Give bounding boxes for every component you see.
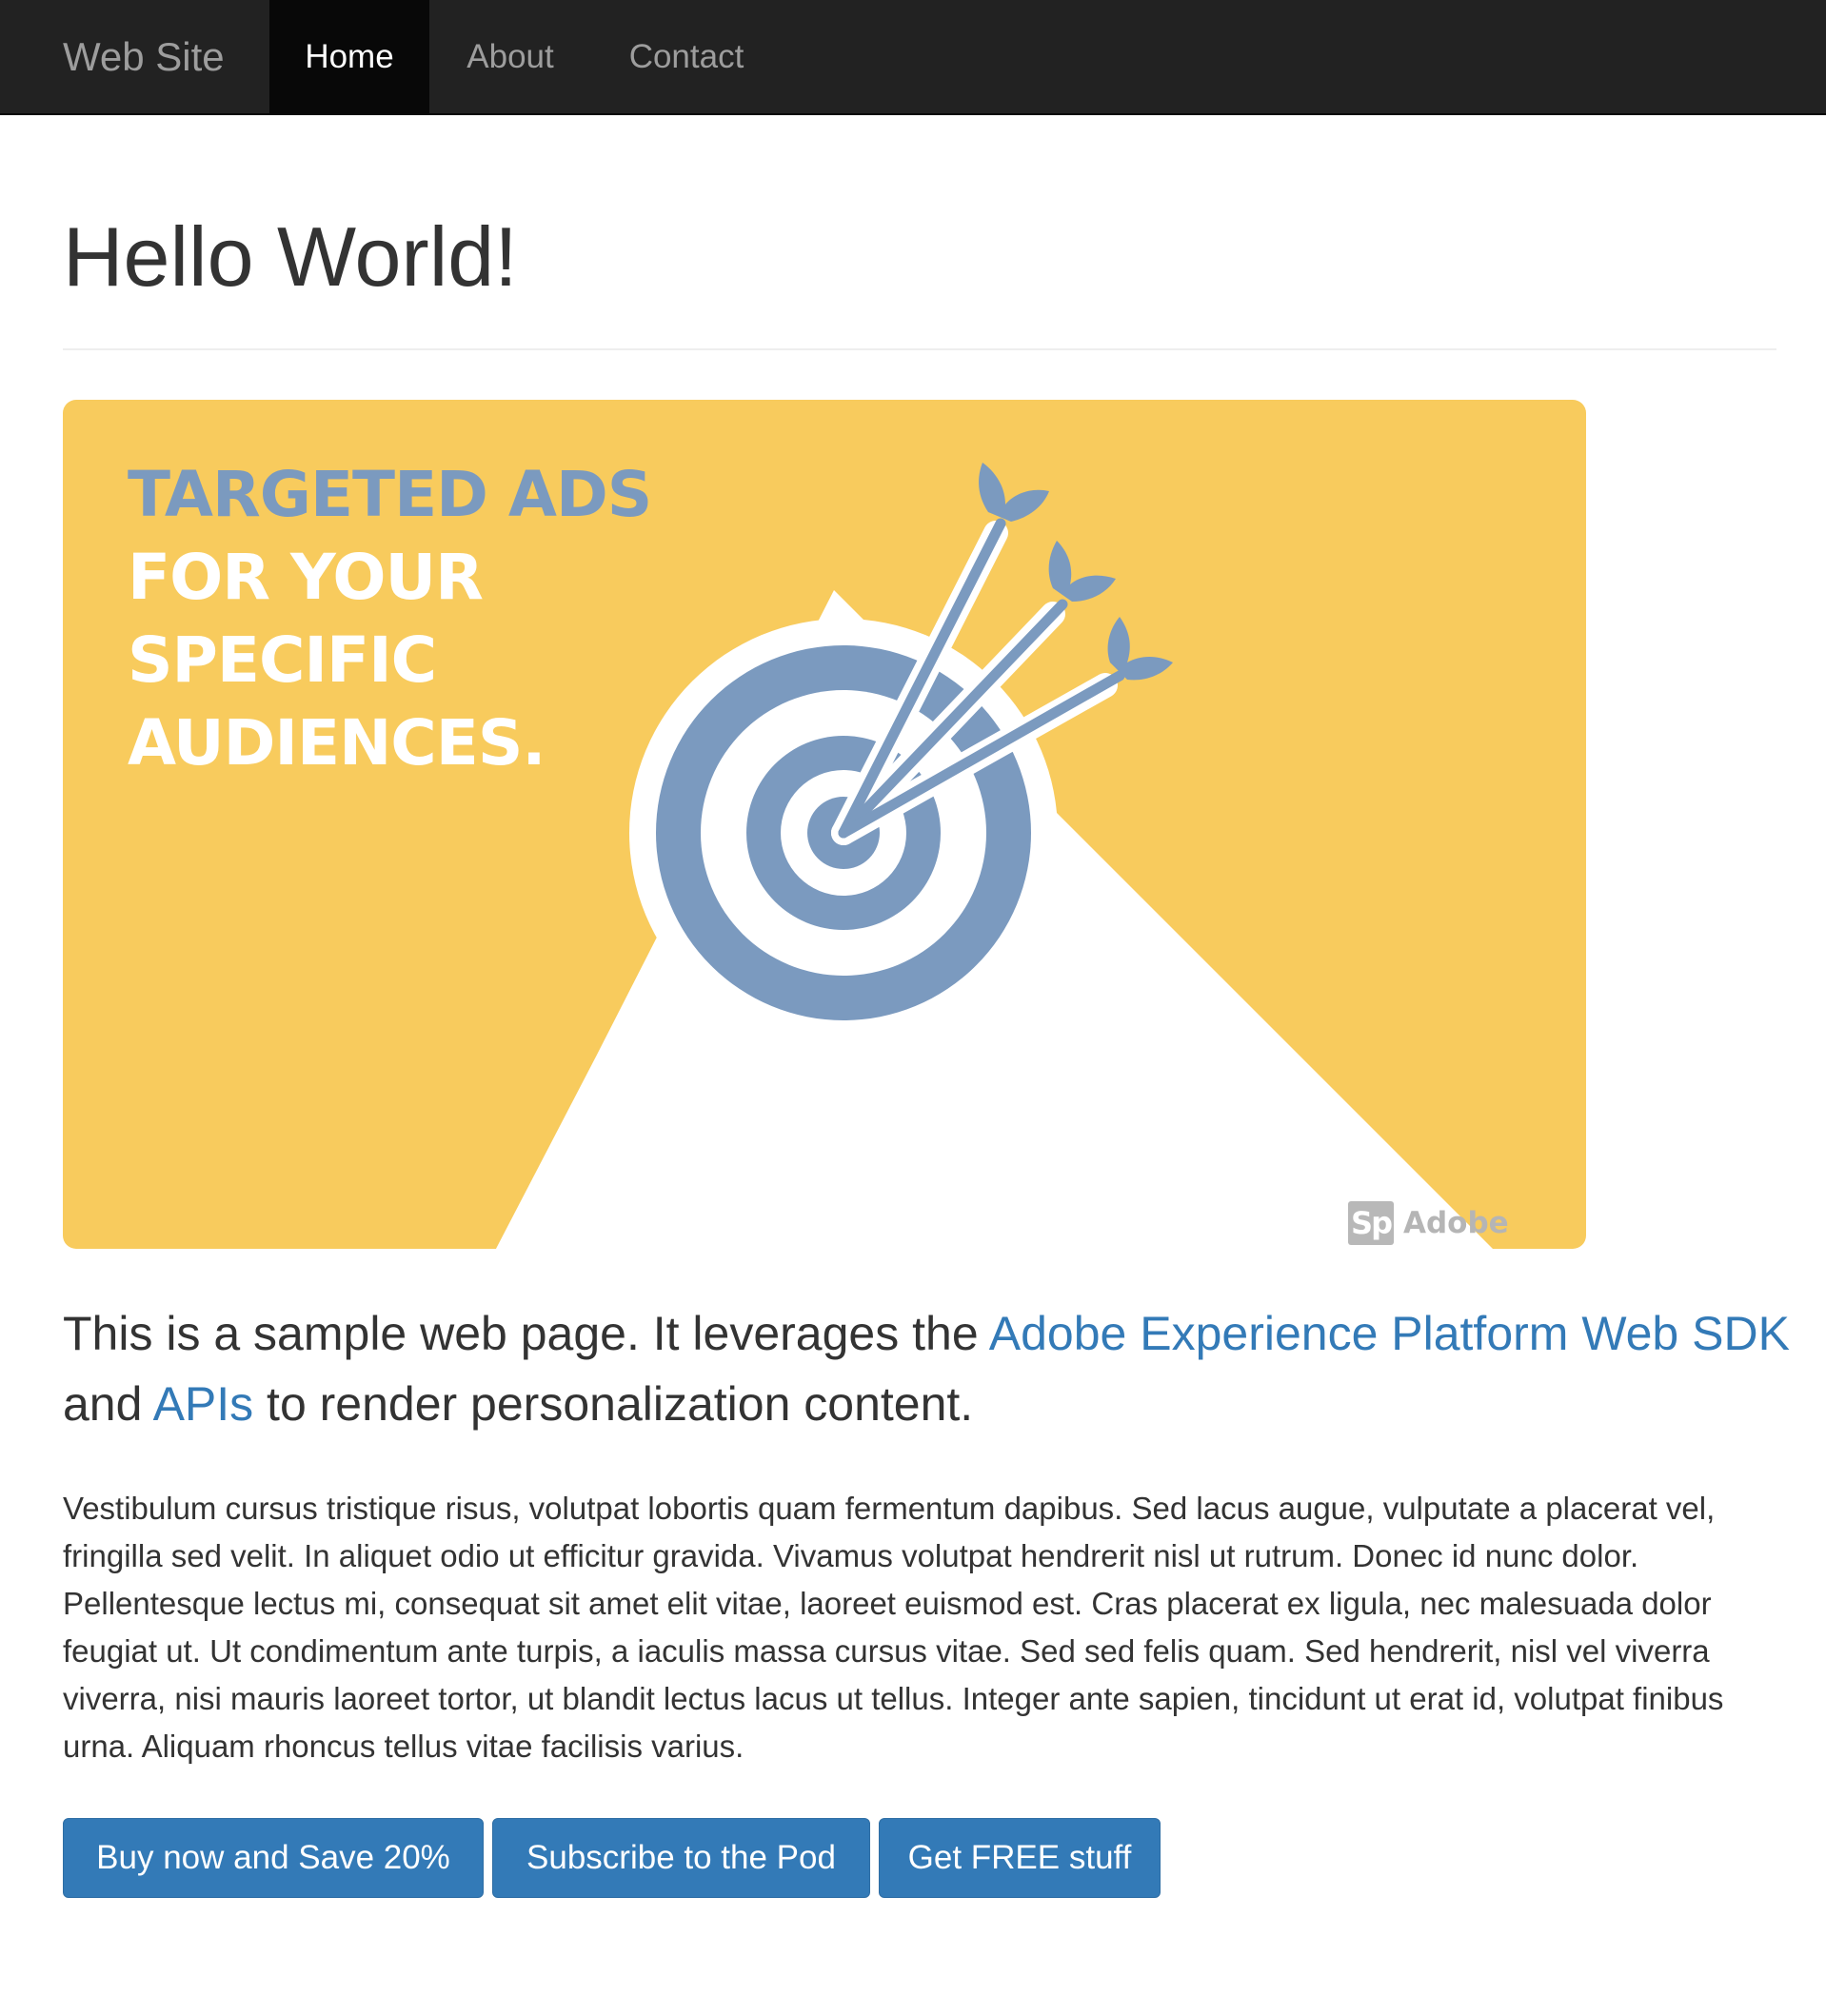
free-stuff-button[interactable]: Get FREE stuff [879,1818,1161,1898]
nav-home[interactable]: Home [269,0,429,113]
apis-link[interactable]: APIs [153,1377,254,1431]
subscribe-pod-button[interactable]: Subscribe to the Pod [492,1818,870,1898]
aep-web-sdk-link[interactable]: Adobe Experience Platform Web SDK [989,1307,1790,1360]
banner-headline-line: AUDIENCES. [128,706,546,780]
lead-paragraph: This is a sample web page. It leverages … [63,1298,1796,1439]
lead-text: This is a sample web page. It leverages … [63,1307,989,1360]
nav-about[interactable]: About [429,0,591,113]
banner-headline-line: FOR YOUR [128,541,484,614]
banner-headline-line: TARGETED ADS [128,458,652,531]
body-paragraph: Vestibulum cursus tristique risus, volut… [63,1491,1724,1764]
brand-link[interactable]: Web Site [63,0,225,115]
adobe-spark-watermark: Adobe Spark [1403,1206,1509,1240]
banner-headline: TARGETED ADS FOR YOUR SPECIFIC AUDIENCES… [128,453,652,784]
lead-text: and [63,1377,153,1431]
banner-headline-line: SPECIFIC [128,623,437,697]
targeted-ads-banner: TARGETED ADS FOR YOUR SPECIFIC AUDIENCES… [63,400,1586,1249]
buy-now-button[interactable]: Buy now and Save 20% [63,1818,484,1898]
page-title: Hello World! [63,209,518,304]
header-divider [63,348,1776,350]
top-navbar: Web Site Home About Contact [0,0,1826,115]
nav-contact[interactable]: Contact [591,0,782,113]
lead-text: to render personalization content. [253,1377,974,1431]
adobe-spark-logo-icon: Sp [1348,1201,1394,1245]
